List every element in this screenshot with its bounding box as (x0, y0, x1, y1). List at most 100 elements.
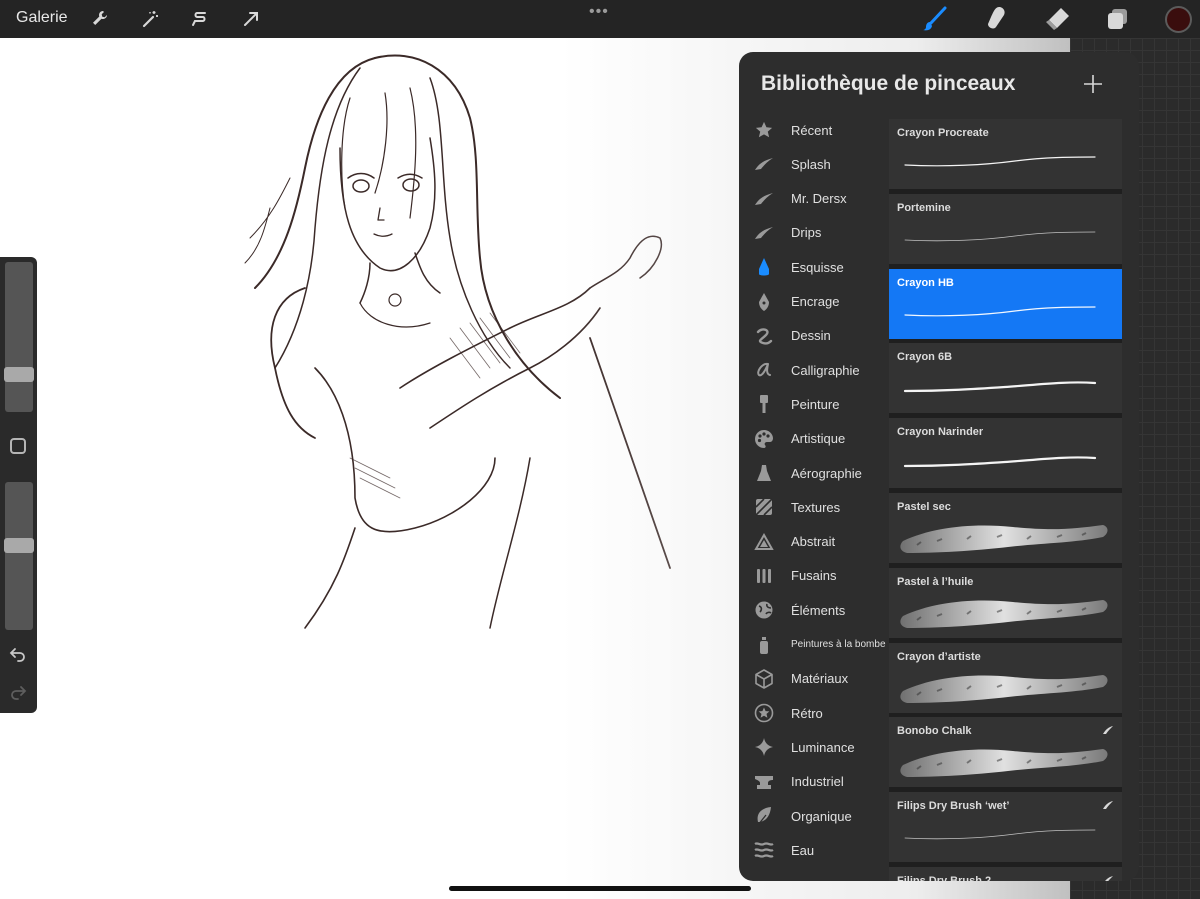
brush-category-label: Rétro (791, 705, 823, 721)
pencil-tip-icon (751, 256, 777, 278)
brush-category-10[interactable]: Artistique (751, 425, 891, 453)
brush-name: Crayon 6B (897, 351, 953, 364)
imported-brush-icon (1103, 726, 1113, 735)
brush-category-9[interactable]: Peinture (751, 390, 891, 418)
brush-size-slider[interactable] (5, 262, 33, 412)
brush-name: Crayon Narinder (897, 426, 984, 439)
layers-icon[interactable] (1102, 3, 1134, 35)
brush-name: Crayon d’artiste (897, 650, 981, 663)
brush-stroke-preview (904, 231, 1096, 241)
imported-brush-icon (1103, 801, 1113, 810)
brush-item-8[interactable]: Crayon d’artiste (889, 642, 1122, 713)
paint-brush-icon (751, 393, 777, 415)
brush-category-label: Dessin (791, 328, 831, 344)
triangle-icon (751, 531, 777, 553)
anvil-icon (751, 771, 777, 793)
magic-wand-icon[interactable] (136, 5, 164, 33)
top-toolbar: Galerie ••• (0, 0, 1200, 38)
brush-swoosh-icon (751, 222, 777, 244)
brush-category-label: Drips (791, 225, 822, 241)
brush-category-label: Aérographie (791, 465, 862, 481)
home-indicator[interactable] (449, 886, 751, 891)
airbrush-icon (751, 462, 777, 484)
brush-item-7[interactable]: Pastel à l’huile (889, 567, 1122, 638)
brush-category-14[interactable]: Fusains (751, 562, 891, 590)
cube-icon (751, 668, 777, 690)
brush-item-1[interactable]: Crayon Procreate (889, 119, 1122, 189)
brush-category-label: Récent (791, 122, 833, 138)
menu-dots[interactable]: ••• (589, 3, 609, 21)
brush-category-label: Luminance (791, 739, 855, 755)
modify-square-icon[interactable] (10, 438, 26, 454)
brush-category-4[interactable]: Drips (751, 219, 891, 247)
brush-swoosh-icon (751, 153, 777, 175)
brush-category-1[interactable]: Récent (751, 116, 891, 144)
brush-category-22[interactable]: Eau (751, 836, 891, 864)
brush-category-16[interactable]: Peintures à la bombe (751, 631, 891, 659)
brush-stroke-preview (903, 381, 1097, 393)
transform-arrow-icon[interactable] (237, 5, 265, 33)
retro-star-icon (751, 702, 777, 724)
eraser-icon[interactable] (1041, 3, 1073, 35)
wrench-icon[interactable] (86, 5, 114, 33)
plus-icon[interactable] (1081, 72, 1105, 96)
redo-icon[interactable] (8, 681, 28, 701)
brush-category-label: Textures (791, 499, 841, 515)
brush-stroke-preview (904, 305, 1096, 316)
brush-category-5[interactable]: Esquisse (751, 253, 891, 281)
brush-category-12[interactable]: Textures (751, 493, 891, 521)
smudge-icon[interactable] (980, 3, 1012, 35)
brush-library-panel: Bibliothèque de pinceaux Récent Splash Mr.… (739, 52, 1139, 881)
brush-category-21[interactable]: Organique (751, 802, 891, 830)
selection-s-icon[interactable] (186, 5, 214, 33)
brush-category-label: Industriel (791, 774, 844, 790)
brush-category-label: Mr. Dersx (791, 191, 847, 207)
brush-item-10[interactable]: Filips Dry Brush ‘wet’ (889, 792, 1122, 863)
swirl-icon (751, 325, 777, 347)
brush-item-5[interactable]: Crayon Narinder (889, 418, 1122, 489)
brush-category-7[interactable]: Dessin (751, 322, 891, 350)
gallery-button[interactable]: Galerie (16, 9, 68, 27)
brush-opacity-slider-thumb[interactable] (4, 537, 34, 553)
brush-category-label: Peinture (791, 396, 840, 412)
brush-category-2[interactable]: Splash (751, 150, 891, 178)
brush-name: Bonobo Chalk (897, 725, 972, 738)
brush-item-4[interactable]: Crayon 6B (889, 343, 1122, 414)
undo-icon[interactable] (8, 643, 28, 663)
brush-item-9[interactable]: Bonobo Chalk (889, 717, 1122, 788)
brush-category-20[interactable]: Industriel (751, 768, 891, 796)
brush-category-label: Organique (791, 808, 852, 824)
brush-category-17[interactable]: Matériaux (751, 665, 891, 693)
brush-item-11[interactable]: Filips Dry Brush 2 (889, 867, 1122, 881)
brush-category-label: Encrage (791, 294, 840, 309)
brush-name: Pastel à l’huile (897, 575, 974, 588)
brush-category-label: Esquisse (791, 259, 844, 275)
leaf-icon (751, 805, 777, 827)
palette-icon (751, 428, 777, 450)
brush-stroke-preview (904, 829, 1096, 840)
brush-category-15[interactable]: Éléments (751, 596, 891, 624)
ink-nib-icon (751, 291, 777, 313)
brush-item-6[interactable]: Pastel sec (889, 493, 1122, 563)
brush-size-slider-thumb[interactable] (4, 367, 34, 383)
imported-brush-icon (1105, 876, 1113, 881)
brush-opacity-slider[interactable] (5, 482, 33, 630)
brush-category-3[interactable]: Mr. Dersx (751, 185, 891, 213)
brush-icon[interactable] (919, 3, 951, 35)
brush-item-3[interactable]: Crayon HB (889, 268, 1122, 339)
brush-category-6[interactable]: Encrage (751, 288, 891, 316)
brush-category-13[interactable]: Abstrait (751, 528, 891, 556)
brush-item-2[interactable]: Portemine (889, 193, 1122, 264)
brush-swoosh-icon (751, 188, 777, 210)
brush-name: Filips Dry Brush 2 (897, 875, 992, 881)
brush-category-label: Matériaux (791, 671, 849, 687)
brush-category-18[interactable]: Rétro (751, 699, 891, 727)
panel-title: Bibliothèque de pinceaux (761, 72, 1016, 95)
brush-stroke-preview (900, 599, 1108, 628)
brush-category-11[interactable]: Aérographie (751, 459, 891, 487)
brush-category-19[interactable]: Luminance (751, 733, 891, 761)
sparkle-icon (751, 736, 777, 758)
color-picker-button[interactable] (1165, 6, 1192, 33)
brush-category-8[interactable]: Calligraphie (751, 356, 891, 384)
brush-stroke-preview (900, 749, 1108, 778)
